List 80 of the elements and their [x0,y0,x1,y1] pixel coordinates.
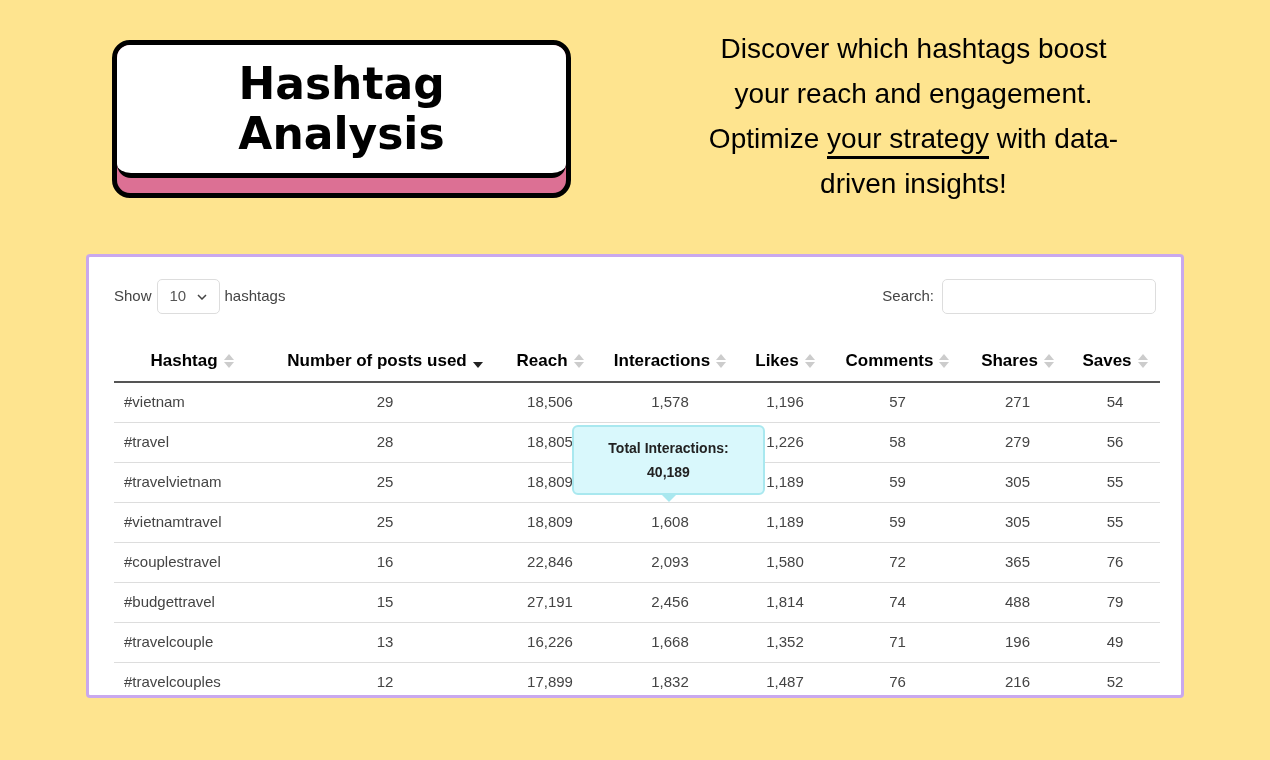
table-cell: #travel [114,422,270,462]
table-cell: 16,226 [500,622,600,662]
table-cell: #vietnam [114,382,270,422]
tooltip-value: 40,189 [647,463,690,482]
show-label: Show [114,286,152,307]
table-cell: 76 [1070,542,1160,582]
table-cell: 49 [1070,622,1160,662]
column-header[interactable]: Hashtag [114,340,270,382]
show-suffix: hashtags [224,286,286,307]
table-cell: 1,814 [740,582,830,622]
search-label: Search: [882,286,934,307]
table-cell: 18,809 [500,502,600,542]
table-cell: 196 [965,622,1070,662]
table-cell: 76 [830,662,965,695]
table-cell: 1,352 [740,622,830,662]
table-cell: 216 [965,662,1070,695]
table-cell: 58 [830,422,965,462]
table-cell: 365 [965,542,1070,582]
table-cell: 279 [965,422,1070,462]
column-header[interactable]: Interactions [600,340,740,382]
table-cell: 1,226 [740,422,830,462]
table-cell: 22,846 [500,542,600,582]
table-cell: 74 [830,582,965,622]
table-cell: 1,580 [740,542,830,582]
table-cell: 18,506 [500,382,600,422]
table-cell: 72 [830,542,965,582]
table-cell: 18,809 [500,462,600,502]
table-cell: #travelvietnam [114,462,270,502]
table-cell: 18,805 [500,422,600,462]
table-cell: 29 [270,382,500,422]
table-cell: 15 [270,582,500,622]
table-cell: 56 [1070,422,1160,462]
table-cell: 1,189 [740,462,830,502]
column-header[interactable]: Saves [1070,340,1160,382]
table-cell: #couplestravel [114,542,270,582]
table-cell: 2,093 [600,542,740,582]
table-cell: 71 [830,622,965,662]
table-cell: 1,196 [740,382,830,422]
column-header[interactable]: Shares [965,340,1070,382]
page-size-select[interactable]: 10 [156,279,220,314]
table-cell: 1,487 [740,662,830,695]
table-cell: 59 [830,462,965,502]
table-cell: 1,832 [600,662,740,695]
table-cell: 488 [965,582,1070,622]
table-cell: 54 [1070,382,1160,422]
table-cell: #travelcouple [114,622,270,662]
table-cell: 305 [965,462,1070,502]
column-header[interactable]: Number of posts used [270,340,500,382]
search-field[interactable] [942,279,1156,314]
column-header[interactable]: Likes [740,340,830,382]
column-header[interactable]: Reach [500,340,600,382]
table-cell: 12 [270,662,500,695]
table-cell: 28 [270,422,500,462]
table-cell: 27,191 [500,582,600,622]
table-cell: 55 [1070,502,1160,542]
tagline: Discover which hashtags boost your reach and engagement. Optimize your strategy with data-driven insights! [707,32,1120,201]
table-cell: #budgettravel [114,582,270,622]
table-cell: 271 [965,382,1070,422]
page-title: Hashtag Analysis [237,59,446,159]
table-cell: 25 [270,502,500,542]
table-cell: 55 [1070,462,1160,502]
table-cell: 1,608 [600,502,740,542]
table-cell: #travelcouples [114,662,270,695]
table-cell: 16 [270,542,500,582]
table-cell: #vietnamtravel [114,502,270,542]
table-cell: 17,899 [500,662,600,695]
chevron-down-icon [196,293,207,300]
table-cell: 1,668 [600,622,740,662]
tooltip-label: Total Interactions: [608,439,729,458]
table-cell: 1,578 [600,382,740,422]
table-cell: 25 [270,462,500,502]
table-cell: 305 [965,502,1070,542]
table-cell: 79 [1070,582,1160,622]
table-cell: 59 [830,502,965,542]
table-cell: 1,189 [740,502,830,542]
table-cell: 13 [270,622,500,662]
table-cell: 2,456 [600,582,740,622]
table-cell: 57 [830,382,965,422]
column-header[interactable]: Comments [830,340,965,382]
table-cell: 52 [1070,662,1160,695]
